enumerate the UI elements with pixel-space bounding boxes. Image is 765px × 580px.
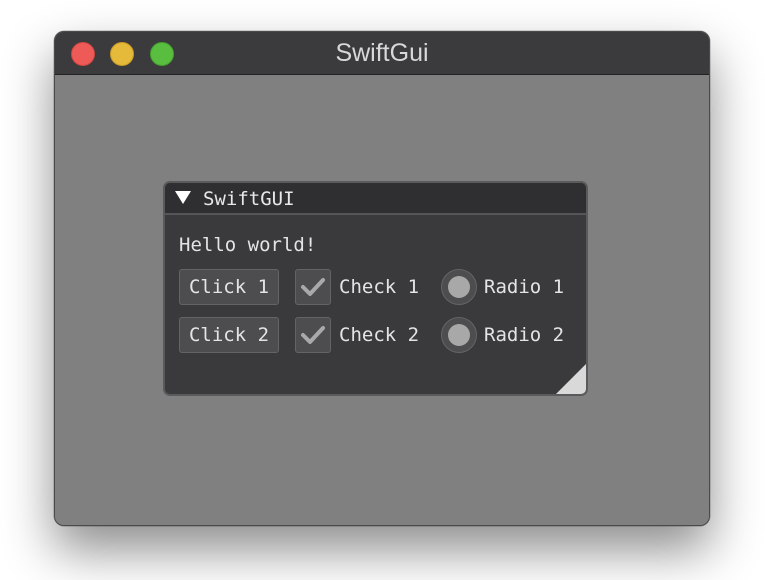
click-1-button[interactable]: Click 1 <box>179 269 279 305</box>
window-title: SwiftGui <box>335 39 429 67</box>
check-1-label[interactable]: Check 1 <box>339 269 419 305</box>
check-2-checkbox[interactable] <box>295 317 331 353</box>
window-content: SwiftGUI Hello world! Click 1 Check 1 Ra… <box>55 75 709 525</box>
radio-1-button[interactable] <box>441 269 477 305</box>
checkmark-icon <box>301 326 325 344</box>
triangle-down-icon[interactable] <box>175 191 191 204</box>
window-titlebar[interactable]: SwiftGui <box>55 32 709 75</box>
panel-header[interactable]: SwiftGUI <box>165 183 586 215</box>
gui-panel: SwiftGUI Hello world! Click 1 Check 1 Ra… <box>163 181 588 396</box>
radio-dot-icon <box>448 276 470 298</box>
resize-grip-icon[interactable] <box>556 364 586 394</box>
hello-text: Hello world! <box>179 234 317 256</box>
click-2-button[interactable]: Click 2 <box>179 317 279 353</box>
radio-dot-icon <box>448 324 470 346</box>
panel-title: SwiftGUI <box>203 188 295 210</box>
check-1-checkbox[interactable] <box>295 269 331 305</box>
check-2-label[interactable]: Check 2 <box>339 317 419 353</box>
radio-2-button[interactable] <box>441 317 477 353</box>
radio-1-label[interactable]: Radio 1 <box>484 269 564 305</box>
app-window: SwiftGui SwiftGUI Hello world! Click 1 C… <box>54 31 710 526</box>
radio-2-label[interactable]: Radio 2 <box>484 317 564 353</box>
checkmark-icon <box>301 278 325 296</box>
